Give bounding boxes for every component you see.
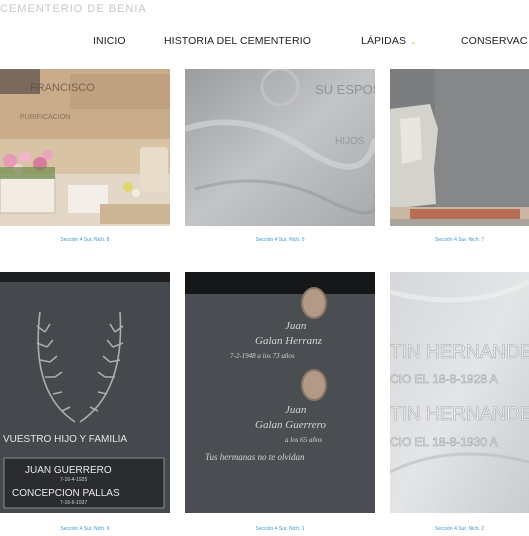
site-name[interactable]: CEMENTERIO DE BENIA: [0, 3, 147, 15]
stone-inscription: CIO EL 18-8-1930 A: [390, 435, 498, 449]
stone-inscription: 7-16-4-1925: [60, 477, 87, 483]
gallery-photo-3[interactable]: [390, 69, 529, 226]
photo-caption[interactable]: Sección 4 Sur, Nich. 5: [185, 237, 375, 243]
stone-inscription: 7-16-6-1937: [60, 500, 87, 506]
photo-caption[interactable]: Sección 4 Sur, Nich. 8: [0, 237, 170, 243]
stone-inscription: Juan: [285, 320, 307, 332]
nav-lapidas-label: LÁPIDAS: [361, 35, 407, 47]
gallery-photo-1[interactable]: FRANCISCO PURIFICACION: [0, 69, 170, 226]
stone-inscription: TIN HERNANDE: [390, 342, 529, 363]
stone-inscription: SU ESPOSA: [315, 82, 375, 97]
stone-inscription: Galan Herranz: [255, 335, 323, 347]
stone-inscription: a los 65 años: [285, 436, 322, 444]
stone-inscription: JUAN GUERRERO: [25, 465, 112, 476]
gallery-photo-4[interactable]: VUESTRO HIJO Y FAMILIA JUAN GUERRERO 7-1…: [0, 272, 170, 513]
stone-inscription: Galan Guerrero: [255, 419, 326, 431]
main-navigation: INICIO HISTORIA DEL CEMENTERIO LÁPIDAS ⌄ …: [0, 35, 529, 49]
photo-caption[interactable]: Sección 4 Sur, Nich. 2: [390, 526, 529, 532]
stone-inscription: HIJOS: [335, 136, 365, 147]
photo-caption[interactable]: Sección 4 Sur, Nich. 6: [0, 526, 170, 532]
gallery-photo-6[interactable]: TIN HERNANDE CIO EL 18-8-1928 A TIN HERN…: [390, 272, 529, 513]
gallery-photo-5[interactable]: Juan Galan Herranz 7-2-1948 a los 73 año…: [185, 272, 375, 513]
stone-inscription: TIN HERNANDE: [390, 404, 529, 425]
photo-caption[interactable]: Sección 4 Sur, Nich. 1: [185, 526, 375, 532]
gallery-photo-2[interactable]: SU ESPOSA HIJOS: [185, 69, 375, 226]
stone-inscription: PURIFICACION: [20, 114, 70, 121]
stone-inscription: CIO EL 18-8-1928 A: [390, 372, 498, 386]
chevron-down-icon: ⌄: [410, 37, 417, 46]
stone-inscription: VUESTRO HIJO Y FAMILIA: [3, 434, 127, 445]
nav-lapidas[interactable]: LÁPIDAS ⌄: [361, 35, 417, 47]
stone-inscription: Juan: [285, 404, 307, 416]
photo-caption[interactable]: Sección 4 Sur, Nich. 7: [390, 237, 529, 243]
stone-inscription: FRANCISCO: [30, 82, 95, 94]
stone-inscription: CONCEPCION PALLAS: [12, 488, 120, 499]
nav-historia[interactable]: HISTORIA DEL CEMENTERIO: [164, 35, 311, 47]
stone-inscription: Tus hermanas no te olvidan: [205, 452, 305, 462]
nav-conservacion[interactable]: CONSERVAC: [461, 35, 527, 47]
stone-inscription: 7-2-1948 a los 73 años: [230, 352, 295, 360]
nav-inicio[interactable]: INICIO: [93, 35, 126, 47]
